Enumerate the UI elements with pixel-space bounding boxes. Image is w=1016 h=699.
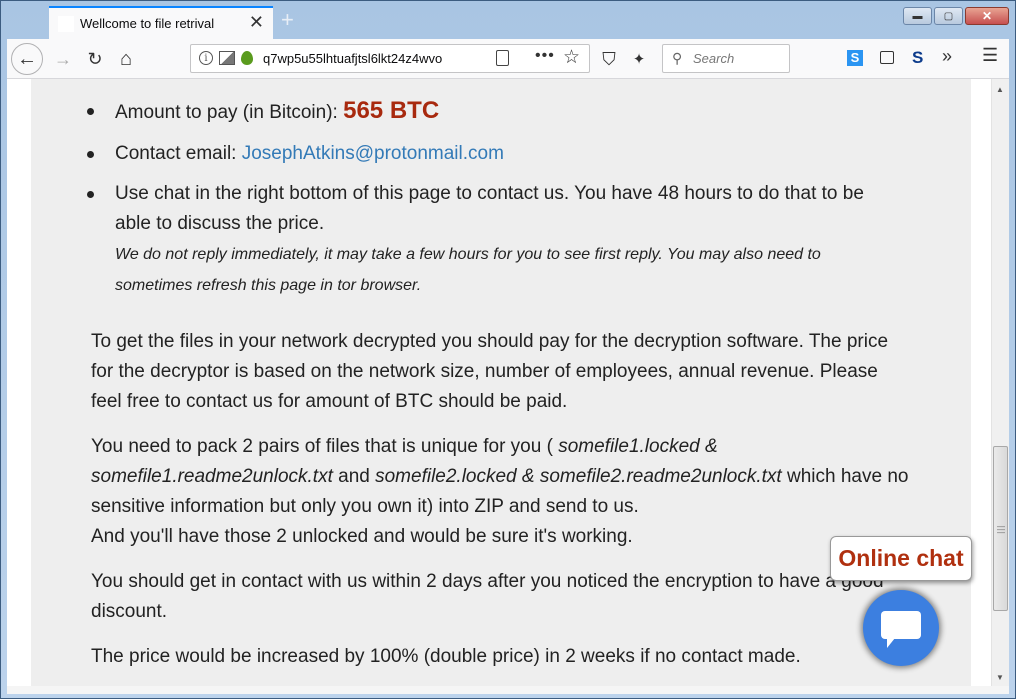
- paragraph-discount: You should get in contact with us within…: [91, 571, 884, 622]
- info-icon[interactable]: i: [199, 51, 213, 65]
- email-label: Contact email:: [115, 143, 242, 164]
- file-pair-2: somefile2.locked & somefile2.readme2unlo…: [375, 466, 782, 487]
- chat-button[interactable]: [863, 590, 939, 666]
- paragraph-price-increase: The price would be increased by 100% (do…: [91, 646, 801, 667]
- bookmark-star-icon[interactable]: ☆: [563, 46, 580, 69]
- search-input[interactable]: ⚲ Search: [662, 44, 790, 73]
- s-extension-icon[interactable]: S: [912, 48, 923, 68]
- onion-icon: [241, 51, 253, 65]
- vertical-scrollbar[interactable]: ▲ ― ― ― ▼: [991, 79, 1009, 686]
- email-link[interactable]: JosephAtkins@protonmail.com: [242, 143, 504, 164]
- paragraph-decryption-price: To get the files in your network decrypt…: [91, 331, 889, 412]
- skype-extension-icon[interactable]: S: [847, 50, 863, 66]
- tab-title: Wellcome to file retrival: [80, 16, 215, 31]
- page-actions-icon[interactable]: •••: [535, 47, 555, 65]
- paragraph-test-files: You need to pack 2 pairs of files that i…: [91, 432, 911, 552]
- shield-icon[interactable]: ⛉: [597, 47, 621, 71]
- reload-button[interactable]: ↻: [83, 47, 107, 71]
- url-text[interactable]: q7wp5u55lhtuafjtsl6lkt24z4wvo: [263, 51, 463, 66]
- page-viewport: Amount to pay (in Bitcoin): 565 BTC Cont…: [7, 79, 1009, 686]
- list-item-chat: Use chat in the right bottom of this pag…: [87, 179, 875, 301]
- scrollbar-thumb[interactable]: ― ― ―: [993, 446, 1008, 611]
- sidebar-icon[interactable]: [880, 51, 894, 64]
- amount-label: Amount to pay (in Bitcoin):: [115, 102, 344, 123]
- browser-window: Wellcome to file retrival ✕ + ▬ ▢ ✕ ← → …: [0, 0, 1016, 699]
- hamburger-menu-icon[interactable]: ☰: [982, 45, 998, 66]
- ransom-note-content: Amount to pay (in Bitcoin): 565 BTC Cont…: [31, 79, 971, 686]
- search-placeholder: Search: [693, 51, 735, 66]
- chat-note: We do not reply immediately, it may take…: [115, 246, 821, 294]
- maximize-button[interactable]: ▢: [934, 7, 963, 25]
- chat-instructions: Use chat in the right bottom of this pag…: [115, 183, 864, 234]
- scroll-down-arrow-icon[interactable]: ▼: [996, 673, 1004, 682]
- home-button[interactable]: ⌂: [114, 47, 138, 71]
- online-chat-label[interactable]: Online chat: [830, 536, 972, 581]
- scroll-up-arrow-icon[interactable]: ▲: [996, 85, 1004, 94]
- new-tab-button[interactable]: +: [281, 9, 294, 31]
- magic-wand-icon[interactable]: ✦: [627, 47, 651, 71]
- navigation-toolbar: ← → ↻ ⌂ i q7wp5u55lhtuafjtsl6lkt24z4wvo …: [7, 39, 1009, 79]
- url-bar[interactable]: i q7wp5u55lhtuafjtsl6lkt24z4wvo ••• ☆: [190, 44, 590, 73]
- amount-value: 565 BTC: [343, 97, 440, 124]
- image-permission-icon[interactable]: [219, 51, 235, 65]
- favicon-icon: [58, 16, 74, 32]
- p2-text: You need to pack 2 pairs of files that i…: [91, 436, 559, 457]
- list-item-email: Contact email: JosephAtkins@protonmail.c…: [87, 139, 504, 169]
- chat-bubble-icon: [881, 611, 921, 648]
- overflow-menu-icon[interactable]: »: [942, 46, 952, 67]
- forward-button[interactable]: →: [51, 47, 75, 71]
- p2-and: and: [332, 466, 376, 487]
- tab-close-icon[interactable]: ✕: [249, 12, 264, 32]
- grip-icon: ― ― ―: [997, 522, 1005, 537]
- list-item-amount: Amount to pay (in Bitcoin): 565 BTC: [86, 96, 440, 128]
- tab-active[interactable]: Wellcome to file retrival ✕: [49, 6, 273, 39]
- back-button[interactable]: ←: [11, 43, 43, 75]
- close-window-button[interactable]: ✕: [965, 7, 1009, 25]
- search-icon: ⚲: [672, 50, 683, 66]
- reader-view-icon[interactable]: [496, 50, 509, 66]
- window-controls: ▬ ▢ ✕: [903, 7, 1009, 25]
- p2-text-c: And you'll have those 2 unlocked and wou…: [91, 526, 633, 547]
- page-bottom-edge: [7, 686, 1009, 694]
- title-bar: Wellcome to file retrival ✕ + ▬ ▢ ✕: [1, 1, 1015, 39]
- minimize-button[interactable]: ▬: [903, 7, 932, 25]
